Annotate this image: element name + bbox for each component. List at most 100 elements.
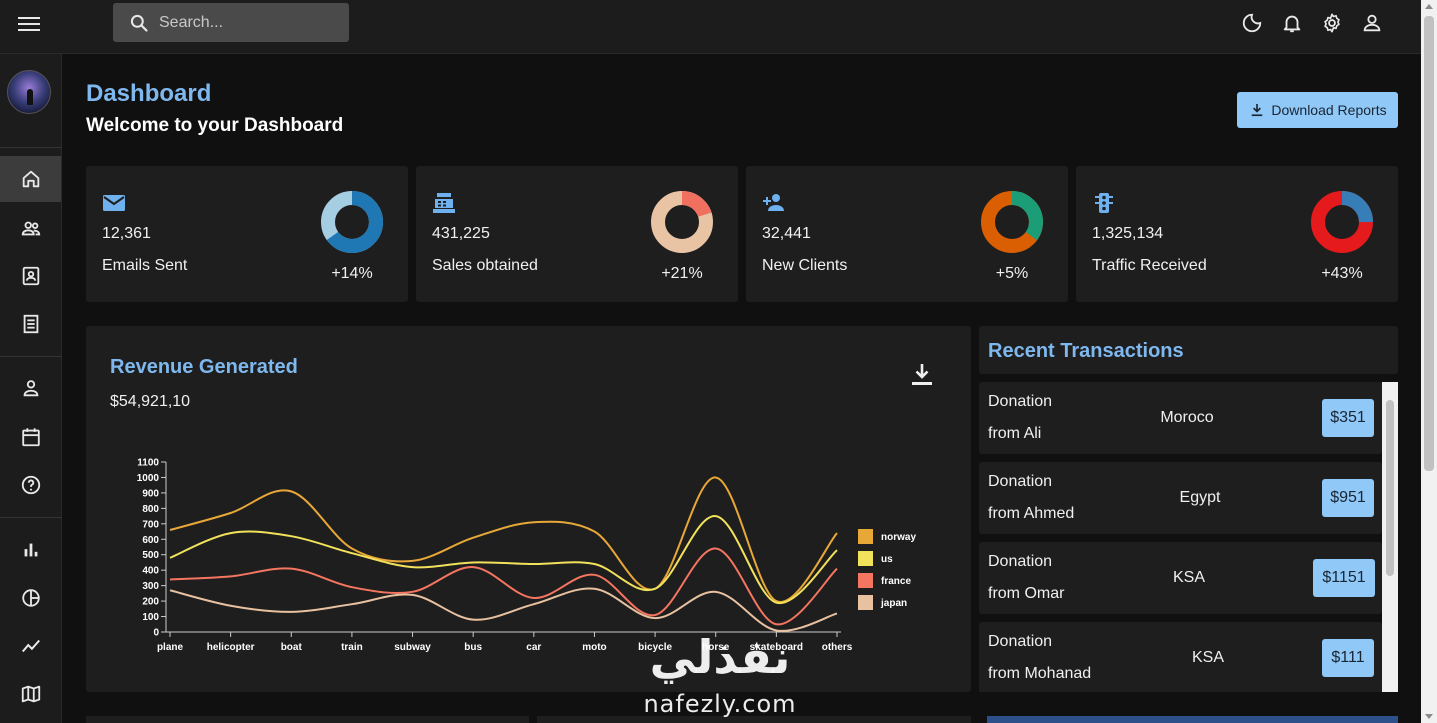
stat-card-traffic: 1,325,134 Traffic Received +43% (1076, 166, 1398, 302)
revenue-card: Revenue Generated $54,921,10 0 100 200 300 4… (86, 326, 971, 692)
sidebar-item-calendar[interactable] (0, 414, 61, 460)
y-tick-label: 1100 (137, 458, 159, 469)
y-tick-label: 0 (153, 628, 159, 639)
stat-card-emails: 12,361 Emails Sent +14% (86, 166, 408, 302)
x-tick-label: boat (281, 642, 303, 653)
legend-swatch-us (858, 551, 873, 566)
home-icon (22, 170, 39, 188)
transaction-title: Donation (988, 553, 1053, 570)
y-tick-label: 900 (142, 488, 159, 499)
receipt-icon (23, 314, 38, 334)
sidebar-item-line-chart[interactable] (0, 623, 61, 669)
x-tick-label: others (822, 642, 853, 653)
bar-chart-icon (24, 543, 37, 557)
transaction-country: Moroco (1160, 409, 1214, 426)
menu-icon[interactable] (18, 14, 40, 36)
main-content: Dashboard Welcome to your Dashboard Down… (62, 54, 1421, 723)
settings-gear-icon[interactable] (1321, 12, 1343, 34)
sidebar-item-contacts[interactable] (0, 253, 61, 299)
series-line-france (169, 547, 838, 626)
transaction-country: KSA (1191, 649, 1224, 666)
y-tick-label: 400 (142, 566, 159, 577)
x-tick-label: helicopter (207, 642, 255, 653)
line-chart-icon (21, 639, 40, 653)
bottom-map-card (987, 716, 1398, 723)
revenue-value: $54,921,10 (110, 393, 191, 410)
revenue-line-chart: 0 100 200 300 400 500 600 700 800 900 1000 1100 plan… (137, 458, 917, 654)
legend-swatch-norway (858, 529, 873, 544)
dark-mode-moon-icon[interactable] (1241, 12, 1263, 34)
page-title: Dashboard (86, 80, 212, 107)
transaction-donor: from Ali (988, 425, 1042, 442)
search-input[interactable] (159, 13, 329, 32)
stat-label: Traffic Received (1092, 257, 1207, 274)
recent-transactions-list[interactable]: Donation from Ali Moroco $351 Donation f… (979, 382, 1398, 692)
transaction-country: KSA (1172, 569, 1205, 586)
transactions-scrollbar-thumb[interactable] (1386, 400, 1394, 576)
transaction-amount: $111 (1322, 639, 1374, 677)
recent-transactions-header: Recent Transactions (979, 326, 1398, 374)
transaction-donor: from Omar (988, 585, 1065, 602)
profile-person-icon[interactable] (1361, 12, 1383, 34)
sidebar-item-bar-chart[interactable] (0, 527, 61, 573)
legend-swatch-japan (858, 595, 873, 610)
transaction-row[interactable]: Donation from Omar KSA $1151 (979, 542, 1382, 614)
transactions-scrollbar[interactable] (1382, 382, 1398, 692)
series-line-us (169, 515, 838, 604)
legend-label-norway: norway (881, 532, 916, 543)
sidebar (0, 54, 62, 723)
stat-value: 12,361 (102, 225, 151, 242)
recent-transactions-title: Recent Transactions (988, 340, 1184, 362)
user-avatar[interactable] (7, 70, 51, 114)
watermark-latin-text: nafezly.com (643, 690, 797, 718)
sidebar-item-dashboard[interactable] (0, 156, 61, 202)
x-tick-label: subway (394, 642, 431, 653)
y-tick-label: 200 (142, 597, 159, 608)
y-tick-label: 1000 (137, 473, 160, 484)
sidebar-item-geography[interactable] (0, 671, 61, 717)
transaction-row[interactable]: Donation from Ahmed Egypt $951 (979, 462, 1382, 534)
stat-donut (981, 191, 1043, 253)
y-tick-label: 500 (142, 550, 159, 561)
stat-value: 431,225 (432, 225, 490, 242)
sidebar-divider (0, 147, 62, 148)
stat-donut (321, 191, 383, 253)
scroll-up-arrow-icon[interactable] (1425, 4, 1433, 9)
stat-change: +5% (995, 265, 1029, 282)
sidebar-item-team[interactable] (0, 205, 61, 251)
watermark-arabic-text: نفذلي (649, 630, 791, 684)
download-reports-label: Download Reports (1271, 102, 1387, 118)
search-icon (130, 14, 148, 32)
transaction-donor: from Ahmed (988, 505, 1075, 522)
y-tick-label: 300 (142, 581, 159, 592)
download-reports-button[interactable]: Download Reports (1237, 92, 1398, 128)
scroll-down-arrow-icon[interactable] (1425, 714, 1433, 719)
download-icon (1252, 104, 1263, 117)
stat-label: Emails Sent (102, 257, 188, 274)
download-icon[interactable] (910, 362, 934, 388)
stat-card-sales: 431,225 Sales obtained +21% (416, 166, 738, 302)
transaction-title: Donation (988, 633, 1053, 650)
stat-change: +21% (661, 265, 703, 282)
x-tick-label: moto (582, 642, 606, 653)
sidebar-item-profile[interactable] (0, 365, 61, 411)
stat-change: +43% (1321, 265, 1363, 282)
x-tick-label: plane (157, 642, 184, 653)
page-scrollbar-thumb[interactable] (1424, 16, 1434, 471)
sidebar-item-faq[interactable] (0, 462, 61, 508)
notifications-bell-icon[interactable] (1281, 12, 1303, 34)
transaction-row[interactable]: Donation from Mohanad KSA $111 (979, 622, 1382, 692)
person-icon (23, 380, 38, 397)
point-of-sale-icon (433, 193, 455, 213)
stat-label: New Clients (762, 257, 848, 274)
sidebar-item-invoices[interactable] (0, 301, 61, 347)
page-scrollbar[interactable] (1421, 0, 1437, 723)
transaction-row[interactable]: Donation from Ali Moroco $351 (979, 382, 1382, 454)
transaction-donor: from Mohanad (988, 665, 1092, 682)
revenue-title: Revenue Generated (110, 356, 298, 378)
sidebar-item-pie-chart[interactable] (0, 575, 61, 621)
legend-label-us: us (881, 554, 893, 565)
y-tick-label: 600 (142, 535, 159, 546)
sidebar-divider (0, 517, 62, 518)
search-box[interactable] (113, 3, 349, 42)
